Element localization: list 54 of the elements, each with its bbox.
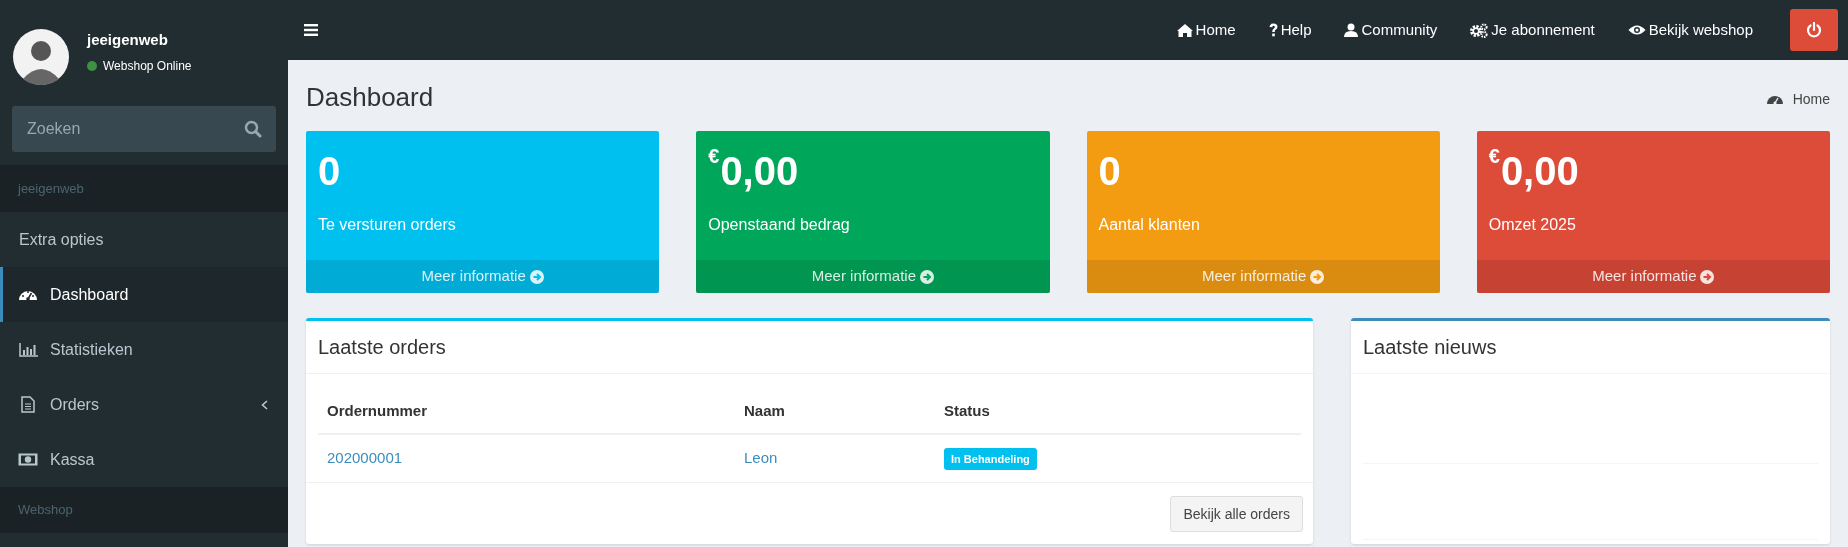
stat-label: Omzet 2025 — [1488, 215, 1576, 235]
dashboard-icon — [19, 288, 37, 301]
gears-icon — [1470, 22, 1489, 38]
more-info-link[interactable]: Meer informatie — [1476, 260, 1830, 293]
sidebar-menu-item[interactable]: Kassa — [0, 432, 288, 487]
sidebar-menu-item[interactable]: Dashboard — [0, 267, 288, 322]
nav-link[interactable]: Help — [1268, 18, 1312, 42]
document-icon — [21, 396, 35, 413]
logout-button[interactable] — [1790, 9, 1838, 51]
arrow-circle-icon — [919, 269, 934, 284]
stat-value: 0 — [1098, 148, 1121, 195]
menu-section-header: Webshop — [18, 501, 73, 520]
stat-value: $^{€}$0,00 — [1488, 144, 1579, 195]
search-icon[interactable] — [244, 120, 262, 138]
avatar — [13, 29, 69, 85]
nav-link[interactable]: Je abonnement — [1470, 18, 1595, 42]
search-field[interactable]: Zoeken — [12, 106, 276, 152]
order-number-link[interactable]: 202000001 — [327, 449, 403, 467]
menu-icon[interactable] — [304, 24, 318, 36]
stat-label: Openstaand bedrag — [708, 215, 850, 235]
power-icon — [1806, 22, 1822, 38]
nav-link[interactable]: Home — [1176, 18, 1236, 42]
menu-section-header: jeeigenweb — [18, 180, 84, 199]
view-all-orders-button[interactable]: Bekijk alle orders — [1170, 496, 1303, 532]
user-name: jeeigenweb — [87, 29, 169, 50]
sidebar-menu-item[interactable]: Extra opties — [0, 212, 288, 267]
question-icon — [1268, 23, 1278, 37]
arrow-circle-icon — [529, 269, 544, 284]
panel-title: Laatste nieuws — [1363, 335, 1497, 360]
stat-value: $^{€}$0,00 — [708, 144, 799, 195]
column-header: Status — [944, 402, 990, 420]
panel-title: Laatste orders — [318, 335, 446, 360]
breadcrumb-link[interactable]: Home — [1792, 88, 1830, 110]
sidebar-menu-item[interactable]: Statistieken — [0, 322, 288, 377]
stat-label: Aantal klanten — [1098, 215, 1200, 235]
sidebar-menu-item[interactable]: Orders — [0, 377, 288, 432]
stat-label: Te versturen orders — [318, 215, 456, 235]
stat-value: 0 — [318, 148, 341, 195]
user-icon — [1344, 23, 1359, 37]
banknote-icon — [18, 453, 38, 466]
customer-name-link[interactable]: Leon — [744, 449, 778, 467]
nav-link[interactable]: Community — [1344, 18, 1438, 42]
arrow-circle-icon — [1700, 269, 1715, 284]
dashboard-icon — [1766, 93, 1783, 105]
arrow-circle-icon — [1310, 269, 1325, 284]
nav-link[interactable]: Bekijk webshop — [1627, 18, 1753, 42]
page-title: Dashboard — [306, 80, 434, 114]
eye-icon — [1627, 24, 1646, 36]
status-badge: In Behandeling — [944, 447, 1037, 471]
column-header: Ordernummer — [327, 402, 428, 420]
user-status: Webshop Online — [103, 58, 192, 76]
home-icon — [1176, 23, 1193, 37]
bar-chart-icon — [18, 342, 38, 357]
column-header: Naam — [744, 402, 785, 420]
